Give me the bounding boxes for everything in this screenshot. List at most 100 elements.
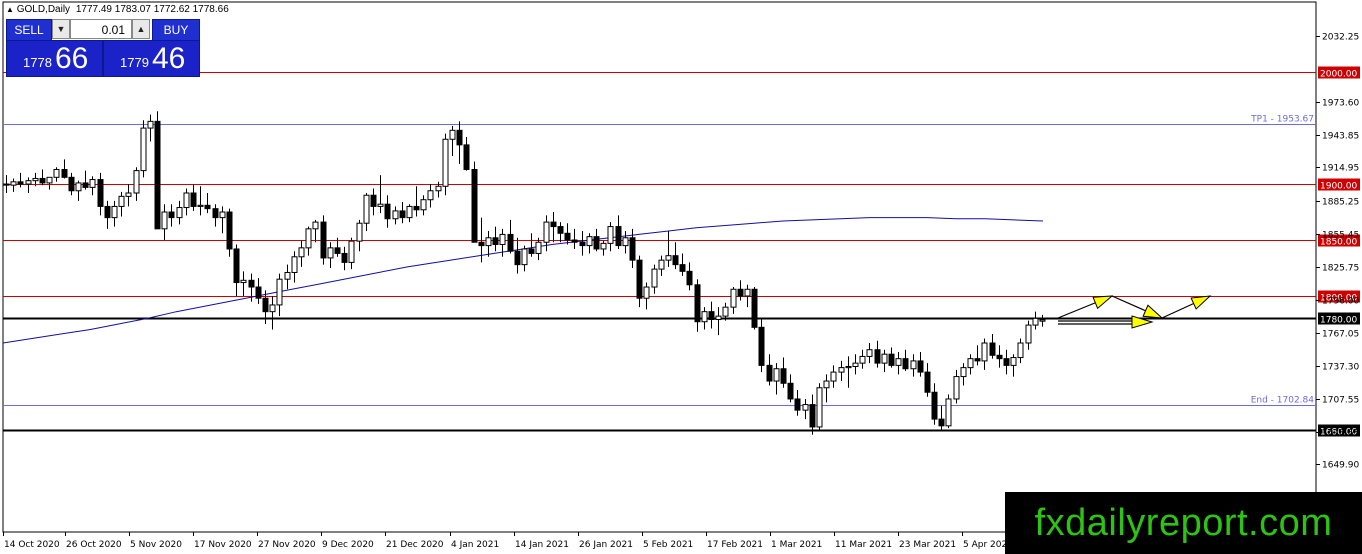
- candle-body[interactable]: [305, 228, 312, 249]
- candle-body[interactable]: [521, 248, 528, 266]
- candle-body[interactable]: [154, 120, 161, 230]
- candle-body[interactable]: [924, 371, 931, 393]
- candle-body[interactable]: [312, 221, 319, 230]
- candle-body[interactable]: [190, 192, 197, 207]
- candle-body[interactable]: [715, 315, 722, 320]
- candle-body[interactable]: [341, 252, 348, 263]
- candle-body[interactable]: [1032, 317, 1039, 326]
- candle-body[interactable]: [571, 239, 578, 243]
- candle-body[interactable]: [262, 297, 269, 313]
- candle-body[interactable]: [406, 205, 413, 219]
- candle-body[interactable]: [240, 279, 247, 284]
- candle-body[interactable]: [917, 360, 924, 373]
- candle-body[interactable]: [140, 127, 147, 172]
- candle-body[interactable]: [204, 204, 211, 210]
- candle-body[interactable]: [744, 288, 751, 297]
- candle-body[interactable]: [197, 204, 204, 207]
- collapse-arrow-icon[interactable]: ▲: [6, 5, 14, 14]
- candle-body[interactable]: [974, 358, 981, 362]
- candle-body[interactable]: [82, 182, 89, 188]
- candle-body[interactable]: [291, 256, 298, 273]
- candle-body[interactable]: [25, 180, 32, 185]
- candle-body[interactable]: [68, 176, 75, 192]
- candle-body[interactable]: [758, 326, 765, 366]
- candle-body[interactable]: [830, 371, 837, 382]
- candle-body[interactable]: [874, 349, 881, 364]
- candle-body[interactable]: [384, 203, 391, 220]
- candle-body[interactable]: [658, 259, 665, 270]
- sell-button[interactable]: SELL: [6, 19, 52, 41]
- lot-size-input[interactable]: 0.01: [70, 19, 132, 39]
- candle-body[interactable]: [881, 353, 888, 364]
- candle-body[interactable]: [535, 241, 542, 254]
- candle-body[interactable]: [888, 353, 895, 366]
- candle-body[interactable]: [557, 226, 564, 234]
- candle-body[interactable]: [722, 306, 729, 317]
- candle-body[interactable]: [334, 247, 341, 254]
- candle-body[interactable]: [226, 211, 233, 250]
- candle-body[interactable]: [852, 362, 859, 368]
- candle-body[interactable]: [420, 199, 427, 211]
- candle-body[interactable]: [996, 354, 1003, 360]
- candle-body[interactable]: [75, 182, 82, 192]
- candle-body[interactable]: [953, 376, 960, 400]
- candle-body[interactable]: [46, 176, 53, 184]
- candle-body[interactable]: [485, 237, 492, 247]
- candle-body[interactable]: [543, 221, 550, 243]
- candle-body[interactable]: [449, 129, 456, 140]
- candle-body[interactable]: [104, 205, 111, 219]
- candle-body[interactable]: [435, 185, 442, 192]
- candle-body[interactable]: [895, 358, 902, 366]
- candle-body[interactable]: [679, 264, 686, 272]
- candle-body[interactable]: [550, 221, 557, 228]
- candle-body[interactable]: [298, 247, 305, 258]
- candle-body[interactable]: [528, 248, 535, 254]
- candle-body[interactable]: [255, 286, 262, 299]
- candle-body[interactable]: [10, 181, 17, 186]
- candle-body[interactable]: [607, 226, 614, 244]
- candle-body[interactable]: [701, 311, 708, 323]
- candle-body[interactable]: [399, 210, 406, 219]
- candle-body[interactable]: [802, 404, 809, 411]
- candle-body[interactable]: [643, 286, 650, 299]
- candle-body[interactable]: [773, 368, 780, 382]
- candle-body[interactable]: [780, 368, 787, 384]
- candle-body[interactable]: [1039, 319, 1046, 322]
- candle-body[interactable]: [593, 236, 600, 250]
- candle-body[interactable]: [665, 255, 672, 261]
- candle-body[interactable]: [183, 192, 190, 209]
- candle-body[interactable]: [492, 237, 499, 245]
- candle-body[interactable]: [392, 210, 399, 220]
- chart-window[interactable]: 2000.00 TP1 - 1953.67 1900.00 1850.00 1800.0…: [0, 0, 1362, 554]
- candle-body[interactable]: [838, 367, 845, 373]
- candle-body[interactable]: [859, 355, 866, 364]
- candle-body[interactable]: [686, 270, 693, 286]
- candle-body[interactable]: [442, 138, 449, 187]
- candle-body[interactable]: [1010, 357, 1017, 366]
- candle-body[interactable]: [787, 382, 794, 400]
- candle-body[interactable]: [809, 404, 816, 428]
- candle-body[interactable]: [615, 226, 622, 247]
- candle-body[interactable]: [327, 247, 334, 259]
- candle-body[interactable]: [564, 232, 571, 241]
- candle-body[interactable]: [456, 129, 463, 146]
- candle-body[interactable]: [1003, 358, 1010, 366]
- candle-body[interactable]: [212, 208, 219, 219]
- candle-body[interactable]: [39, 177, 46, 184]
- candle-body[interactable]: [629, 237, 636, 261]
- candle-body[interactable]: [161, 211, 168, 230]
- candle-body[interactable]: [794, 398, 801, 411]
- candle-body[interactable]: [622, 237, 629, 247]
- candle-body[interactable]: [967, 358, 974, 369]
- candle-body[interactable]: [463, 144, 470, 170]
- candle-body[interactable]: [61, 168, 68, 178]
- candle-body[interactable]: [276, 278, 283, 306]
- candle-body[interactable]: [866, 349, 873, 357]
- candle-body[interactable]: [233, 248, 240, 284]
- candle-body[interactable]: [133, 170, 140, 194]
- candle-body[interactable]: [53, 168, 60, 178]
- candle-body[interactable]: [816, 387, 823, 428]
- candle-body[interactable]: [377, 203, 384, 207]
- candle-body[interactable]: [3, 183, 10, 186]
- candle-body[interactable]: [356, 222, 363, 242]
